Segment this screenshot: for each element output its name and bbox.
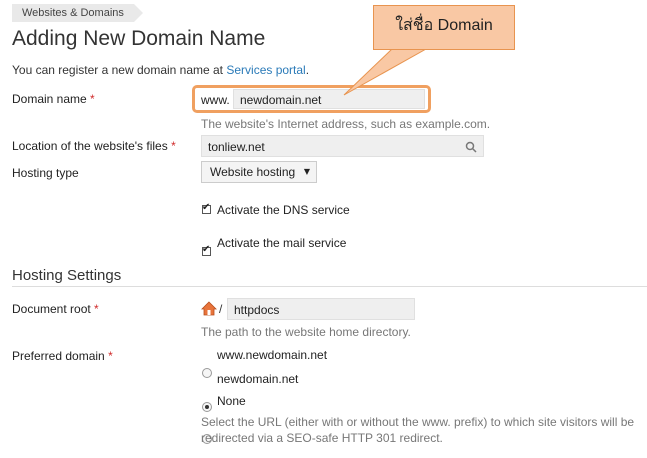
preferred-domain-hint-2: redirected via a SEO-safe HTTP 301 redir… bbox=[201, 431, 443, 445]
callout-annotation: ใส่ชื่อ Domain bbox=[373, 5, 515, 50]
domain-name-hint: The website's Internet address, such as … bbox=[201, 117, 491, 131]
radio-www-domain[interactable] bbox=[202, 368, 212, 378]
location-label: Location of the website's files * bbox=[12, 139, 176, 153]
intro-prefix: You can register a new domain name at bbox=[12, 63, 227, 77]
required-marker: * bbox=[94, 302, 99, 316]
document-root-hint: The path to the website home directory. bbox=[201, 325, 411, 339]
intro-end: . bbox=[305, 63, 310, 77]
document-root-label: Document root * bbox=[12, 302, 99, 316]
section-divider bbox=[12, 286, 647, 287]
mail-checkbox[interactable] bbox=[202, 244, 211, 256]
required-marker: * bbox=[108, 349, 113, 363]
preferred-domain-label: Preferred domain * bbox=[12, 349, 113, 363]
document-root-label-text: Document root bbox=[12, 302, 91, 316]
dns-checkbox-label: Activate the DNS service bbox=[217, 203, 350, 217]
radio-none-label: None bbox=[217, 394, 246, 408]
domain-name-label: Domain name * bbox=[12, 92, 95, 106]
location-value: tonliew.net bbox=[208, 140, 265, 154]
services-portal-link[interactable]: Services portal bbox=[226, 63, 305, 77]
breadcrumb[interactable]: Websites & Domains bbox=[12, 4, 143, 22]
required-marker: * bbox=[90, 92, 95, 106]
preferred-domain-label-text: Preferred domain bbox=[12, 349, 105, 363]
hosting-type-select[interactable]: Website hosting ▼ bbox=[201, 161, 317, 183]
hosting-type-value: Website hosting bbox=[210, 165, 296, 179]
location-input[interactable]: tonliew.net bbox=[201, 135, 484, 157]
path-separator: / bbox=[219, 302, 223, 316]
preferred-domain-hint-1: Select the URL (either with or without t… bbox=[201, 415, 635, 429]
intro-text: You can register a new domain name at Se… bbox=[12, 63, 309, 77]
domain-name-label-text: Domain name bbox=[12, 92, 87, 106]
dns-checkbox[interactable] bbox=[202, 202, 211, 214]
mail-checkbox-label: Activate the mail service bbox=[217, 236, 347, 250]
location-label-text: Location of the website's files bbox=[12, 139, 168, 153]
document-root-input[interactable]: httpdocs bbox=[227, 298, 415, 320]
radio-bare-domain-label: newdomain.net bbox=[217, 372, 299, 386]
radio-bare-domain[interactable] bbox=[202, 402, 212, 412]
home-icon bbox=[201, 301, 217, 316]
page-title: Adding New Domain Name bbox=[12, 27, 266, 50]
hosting-type-label: Hosting type bbox=[12, 166, 79, 180]
hosting-settings-heading: Hosting Settings bbox=[12, 267, 122, 284]
radio-www-domain-label: www.newdomain.net bbox=[217, 348, 328, 362]
chevron-down-icon: ▼ bbox=[303, 167, 310, 176]
search-icon[interactable] bbox=[465, 141, 477, 153]
required-marker: * bbox=[171, 139, 176, 153]
